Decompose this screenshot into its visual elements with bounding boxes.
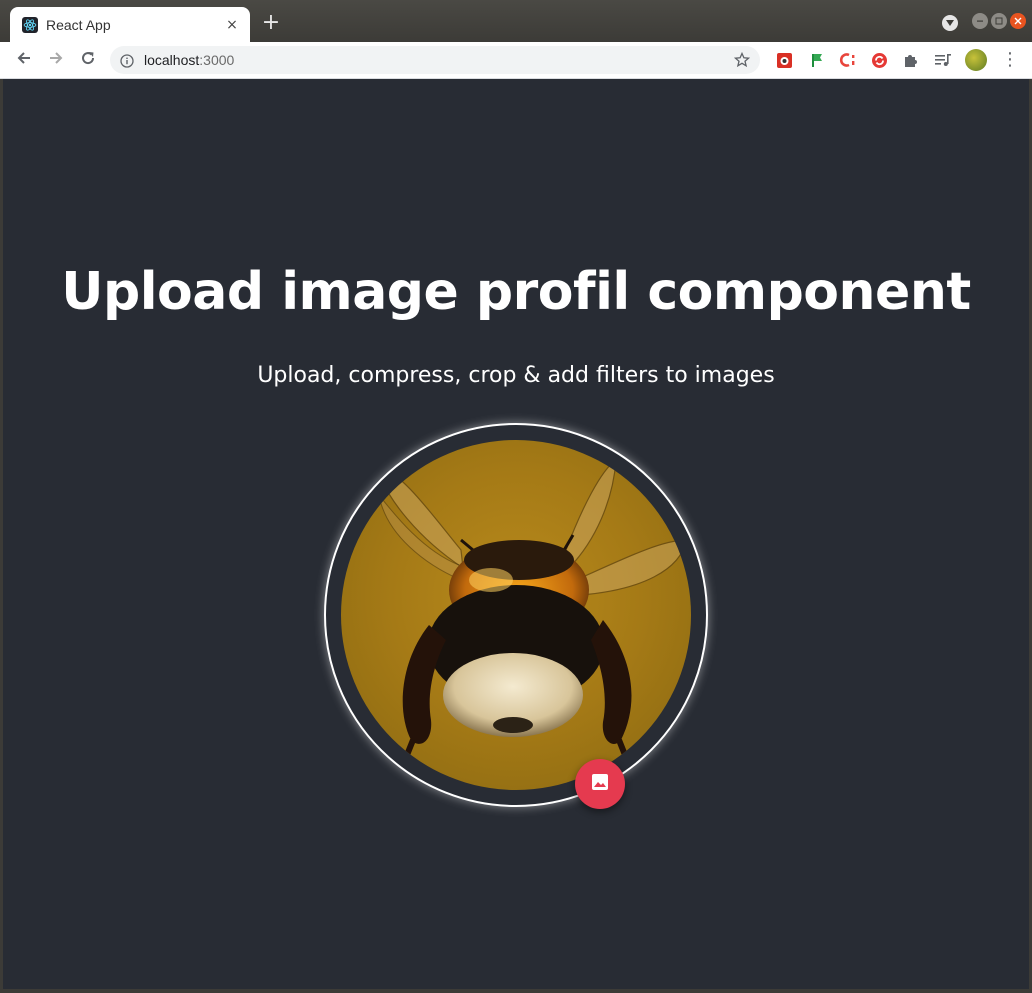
window-border-bottom (0, 989, 1032, 993)
close-window-button[interactable] (1010, 13, 1026, 29)
tab-close-icon[interactable]: × (224, 17, 240, 33)
url-host: localhost (144, 52, 200, 68)
info-icon[interactable] (120, 53, 134, 68)
upload-image-button[interactable] (575, 759, 625, 809)
react-logo-icon (22, 16, 38, 33)
image-icon (590, 772, 610, 796)
tab-title: React App (46, 16, 111, 33)
new-tab-button[interactable]: + (258, 11, 284, 37)
browser-tab[interactable]: React App × (10, 7, 250, 42)
profile-image[interactable] (341, 440, 691, 790)
arrow-left-icon (16, 50, 32, 70)
page-title: Upload image profil component (61, 262, 971, 322)
reload-button[interactable] (76, 48, 100, 72)
back-button[interactable] (12, 48, 36, 72)
browser-menu-button[interactable]: ⋮ (1001, 50, 1019, 70)
star-icon[interactable] (733, 51, 751, 68)
browser-titlebar: React App × + (0, 0, 1032, 42)
url-text[interactable]: localhost:3000 (144, 52, 734, 68)
minimize-button[interactable] (972, 13, 988, 29)
reload-icon (80, 50, 96, 70)
maximize-button[interactable] (991, 13, 1007, 29)
page-subtitle: Upload, compress, crop & add filters to … (257, 363, 775, 388)
extension-c-icon[interactable] (839, 51, 857, 69)
browser-toolbar: localhost:3000 ⋮ (0, 42, 1032, 79)
arrow-right-icon (48, 50, 64, 70)
extension-sync-icon[interactable] (870, 51, 888, 69)
extensions-puzzle-icon[interactable] (902, 51, 920, 69)
tab-search-icon[interactable] (942, 15, 958, 31)
extension-camera-icon[interactable] (775, 51, 793, 69)
forward-button[interactable] (44, 48, 68, 72)
media-playlist-icon[interactable] (934, 51, 952, 69)
extension-flag-icon[interactable] (808, 51, 826, 69)
address-bar[interactable]: localhost:3000 (110, 46, 760, 74)
url-port: :3000 (199, 52, 235, 68)
profile-avatar[interactable] (965, 49, 987, 71)
